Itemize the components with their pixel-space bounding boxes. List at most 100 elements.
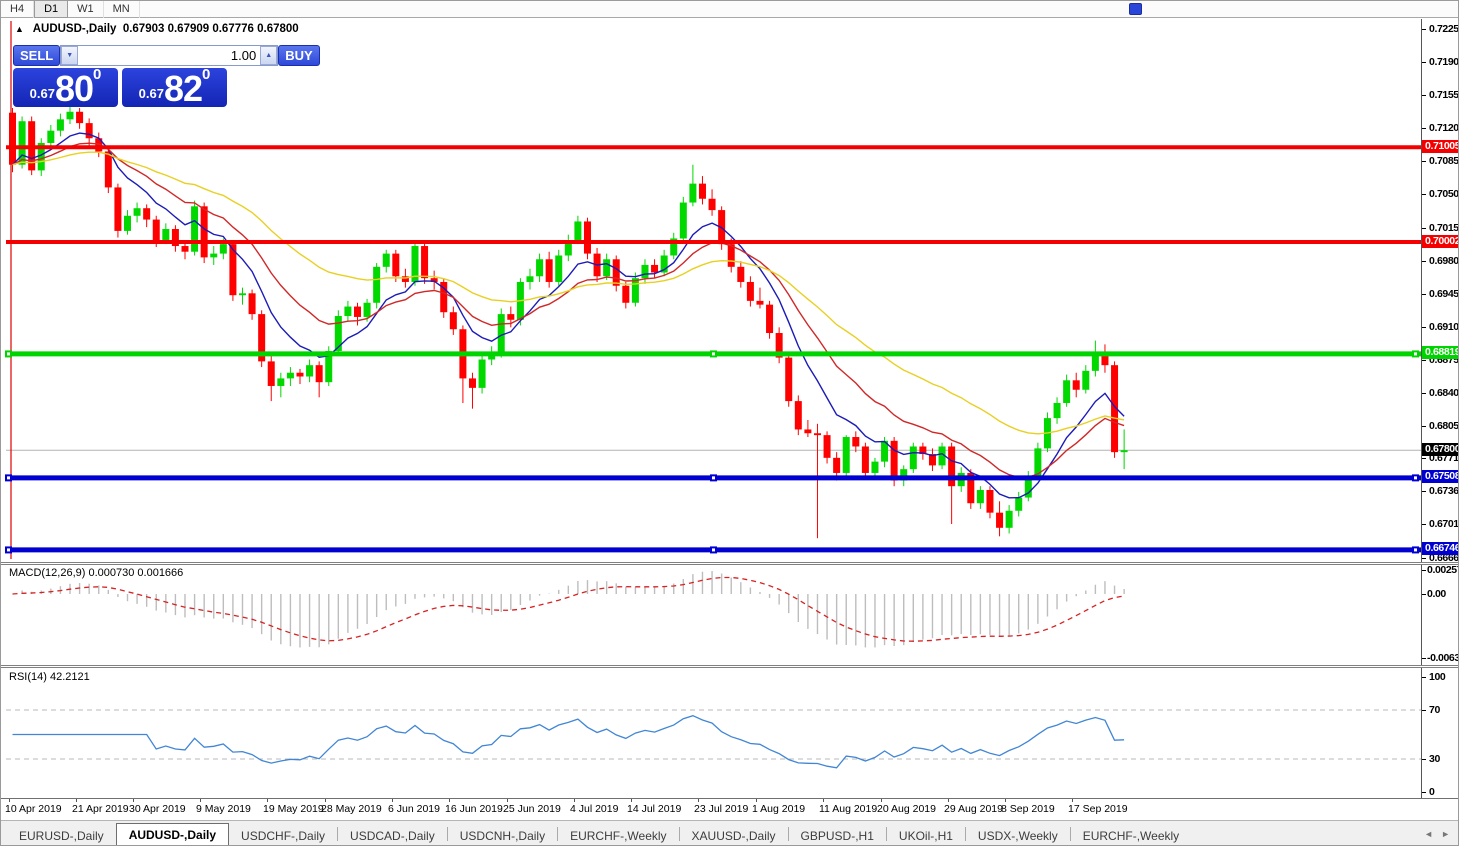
timeframe-button-h4[interactable]: H4 <box>1 1 34 18</box>
candle <box>1054 397 1061 423</box>
line-handle[interactable] <box>5 350 12 357</box>
timeframe-button-mn[interactable]: MN <box>104 1 140 18</box>
sell-price-big: 80 <box>55 72 93 106</box>
chart-tab-eurusd-daily[interactable]: EURUSD-,Daily <box>7 825 116 846</box>
candle <box>383 250 390 273</box>
line-handle[interactable] <box>5 474 12 481</box>
macd-tick-label: 0.002574 <box>1427 564 1459 576</box>
tab-scroll-arrows: ◄► <box>1424 829 1450 839</box>
tab-scroll-left-icon[interactable]: ◄ <box>1424 829 1433 839</box>
candle <box>354 303 361 326</box>
candle <box>948 443 955 524</box>
candle-body <box>804 429 811 433</box>
tab-scroll-right-icon[interactable]: ► <box>1441 829 1450 839</box>
candle-body <box>1054 403 1061 418</box>
candle-body <box>296 373 303 377</box>
sell-price-button[interactable]: 0.67 80 0 <box>13 68 118 107</box>
date-tick-mark <box>507 799 508 802</box>
rsi-splitter[interactable] <box>1 665 1459 668</box>
price-tick-mark <box>1422 294 1426 295</box>
candle <box>143 204 150 227</box>
chart-tab-audusd-daily[interactable]: AUDUSD-,Daily <box>116 823 229 846</box>
candle <box>986 486 993 518</box>
line-handle[interactable] <box>1412 546 1419 553</box>
date-axis[interactable]: 10 Apr 201921 Apr 201930 Apr 20199 May 2… <box>1 798 1459 820</box>
candle <box>977 486 984 509</box>
candle-body <box>613 259 620 285</box>
buy-button[interactable]: BUY <box>278 45 319 66</box>
candle <box>1092 341 1099 377</box>
volume-increase-icon[interactable]: ▲ <box>260 46 277 65</box>
date-tick-mark <box>948 799 949 802</box>
chart-tab-eurchf-weekly[interactable]: EURCHF-,Weekly <box>558 825 678 846</box>
chart-tab-eurchf-weekly[interactable]: EURCHF-,Weekly <box>1071 825 1191 846</box>
collapse-trade-panel-icon[interactable]: ▲ <box>15 24 24 34</box>
rsi-tick-label: 30 <box>1429 753 1440 765</box>
volume-decrease-icon[interactable]: ▼ <box>61 46 78 65</box>
date-tick-mark <box>267 799 268 802</box>
price-tick-mark <box>1422 128 1426 129</box>
current-price-label: 0.67800 <box>1422 443 1459 456</box>
candle <box>747 276 754 306</box>
candle-body <box>354 307 361 317</box>
timeframe-button-w1[interactable]: W1 <box>68 1 104 18</box>
price-scale-border <box>1421 19 1422 798</box>
macd-label: MACD(12,26,9) 0.000730 0.001666 <box>9 567 183 579</box>
chart-tab-usdcnh-daily[interactable]: USDCNH-,Daily <box>448 825 557 846</box>
candle <box>258 310 265 367</box>
date-tick-label: 28 May 2019 <box>321 803 382 815</box>
chart-tab-xauusd-daily[interactable]: XAUUSD-,Daily <box>680 825 788 846</box>
date-tick-mark <box>823 799 824 802</box>
chart-plot <box>1 19 1459 846</box>
chart-title: ▲ AUDUSD-,Daily 0.67903 0.67909 0.67776 … <box>15 23 299 35</box>
candle <box>546 252 553 288</box>
moving-average-16 <box>13 143 1125 477</box>
volume-input[interactable] <box>78 46 260 65</box>
chart-tab-ukoil-h1[interactable]: UKOil-,H1 <box>887 825 965 846</box>
candle <box>996 501 1003 536</box>
timeframe-button-d1[interactable]: D1 <box>34 1 68 18</box>
candle <box>421 242 428 284</box>
candle-body <box>210 254 217 258</box>
moving-average-34 <box>13 152 1125 434</box>
sell-button[interactable]: SELL <box>13 45 60 66</box>
candle <box>296 369 303 384</box>
rsi-panel <box>6 710 1421 768</box>
candle <box>766 301 773 339</box>
chart-tab-usdx-weekly[interactable]: USDX-,Weekly <box>966 825 1070 846</box>
candle <box>670 233 677 259</box>
macd-tick-label: -0.00632 <box>1427 652 1459 664</box>
chart-window-icon[interactable] <box>1129 3 1142 15</box>
chart-tab-gbpusd-h1[interactable]: GBPUSD-,H1 <box>789 825 886 846</box>
candle-body <box>843 437 850 473</box>
date-tick-mark <box>756 799 757 802</box>
price-tick-mark <box>1422 360 1426 361</box>
candle-body <box>344 307 351 316</box>
line-handle[interactable] <box>710 474 717 481</box>
candle <box>603 254 610 280</box>
line-handle[interactable] <box>710 350 717 357</box>
candle-body <box>814 433 821 435</box>
candle-body <box>57 119 64 130</box>
candle <box>699 176 706 204</box>
line-handle[interactable] <box>1412 350 1419 357</box>
date-tick-label: 16 Jun 2019 <box>445 803 503 815</box>
chart-tab-usdchf-daily[interactable]: USDCHF-,Daily <box>229 825 337 846</box>
price-tick-label: 0.67010 <box>1429 518 1459 530</box>
price-tick-label: 0.68400 <box>1429 387 1459 399</box>
line-handle[interactable] <box>5 546 12 553</box>
chart-tab-usdcad-daily[interactable]: USDCAD-,Daily <box>338 825 447 846</box>
one-click-trade-panel: SELL ▼ ▲ BUY 0.67 80 0 0.67 82 0 <box>13 45 227 107</box>
candle <box>852 431 859 452</box>
price-tick-label: 0.70150 <box>1429 222 1459 234</box>
mt4-window: H4D1W1MN ▲ AUDUSD-,Daily 0.67903 0.67909… <box>0 0 1459 846</box>
candle-body <box>603 259 610 276</box>
date-tick-mark <box>881 799 882 802</box>
buy-price-button[interactable]: 0.67 82 0 <box>122 68 227 107</box>
date-tick-label: 11 Aug 2019 <box>819 803 877 815</box>
candle <box>929 448 936 471</box>
line-handle[interactable] <box>710 546 717 553</box>
line-handle[interactable] <box>1412 474 1419 481</box>
candle-body <box>651 265 658 273</box>
macd-splitter[interactable] <box>1 562 1459 565</box>
